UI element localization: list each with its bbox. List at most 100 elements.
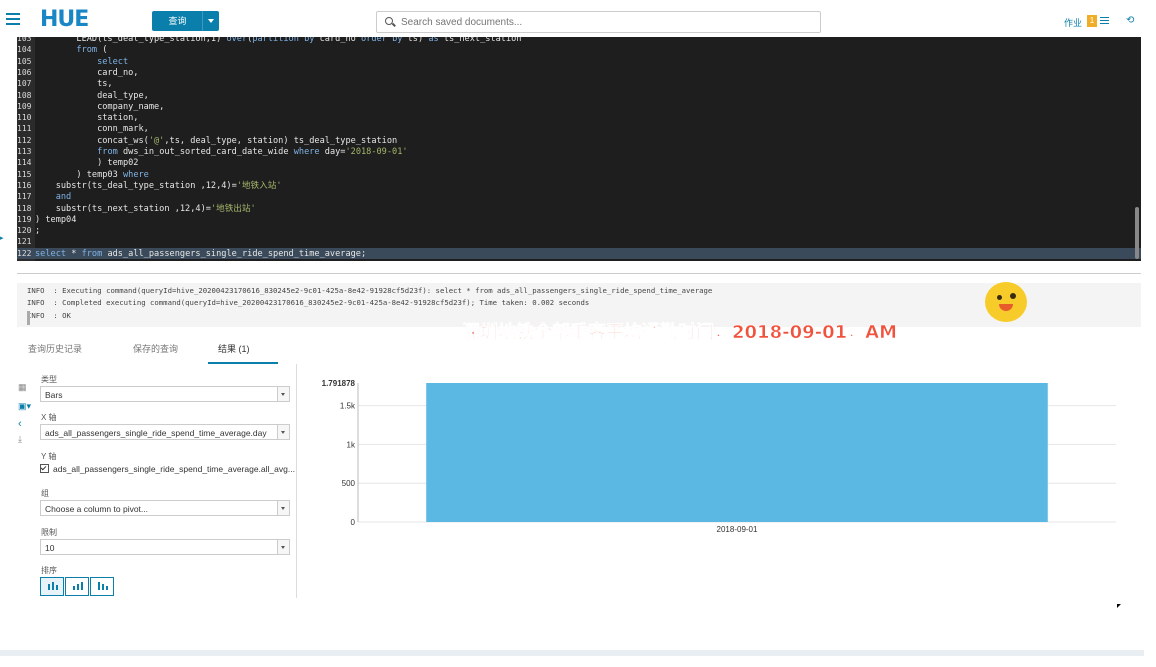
log-scrollbar[interactable]	[27, 311, 30, 325]
query-button[interactable]: 查询	[152, 11, 219, 31]
line-number: 109	[17, 101, 32, 111]
code-line: 104 from (	[17, 44, 1141, 55]
code-line: 116 substr(ts_deal_type_station ,12,4)='…	[17, 180, 1141, 191]
tab-saved-queries[interactable]: 保存的查询	[133, 342, 178, 355]
grid-view-icon[interactable]: ▦	[18, 382, 27, 393]
emoji-sticker	[985, 282, 1027, 322]
code-text: ts,	[35, 79, 113, 90]
code-line: 113 from dws_in_out_sorted_card_date_wid…	[17, 146, 1141, 157]
y-axis-label: Y 轴	[41, 452, 57, 461]
y-tick-label: 0	[351, 518, 356, 527]
code-line: 120;	[17, 225, 1141, 236]
group-label: 组	[41, 489, 49, 498]
line-number: 103	[17, 37, 32, 43]
code-text: select	[97, 56, 129, 67]
tab-query-history[interactable]: 查询历史记录	[28, 342, 82, 355]
chevron-down-icon	[277, 540, 289, 554]
code-line: 106 card_no,	[17, 67, 1141, 78]
search-icon	[385, 17, 393, 25]
type-label: 类型	[41, 375, 57, 384]
jobs-count-badge[interactable]: 1	[1087, 15, 1097, 27]
code-line: 110 station,	[17, 112, 1141, 123]
code-line: 114 ) temp02	[17, 157, 1141, 168]
code-text: deal_type,	[35, 90, 149, 101]
chart-view-icon[interactable]: ▣▾	[18, 401, 31, 412]
chevron-down-icon	[277, 425, 289, 439]
hue-logo[interactable]: HUE	[40, 9, 89, 31]
collapse-icon[interactable]: ‹	[18, 418, 22, 430]
history-icon[interactable]: ⟲	[1126, 15, 1134, 26]
line-number: 116	[17, 180, 32, 190]
limit-label: 限制	[41, 528, 57, 537]
group-select[interactable]: Choose a column to pivot...	[40, 500, 290, 516]
line-number: 119	[17, 214, 32, 224]
limit-select[interactable]: 10	[40, 539, 290, 555]
code-text: select * from ads_all_passengers_single_…	[35, 248, 367, 259]
group-value: Choose a column to pivot...	[45, 504, 149, 514]
code-text: ;	[35, 226, 41, 237]
sort-ascending-button[interactable]	[65, 577, 89, 596]
menu-icon[interactable]	[6, 13, 20, 25]
x-axis-value: ads_all_passengers_single_ride_spend_tim…	[45, 428, 267, 438]
log-line: INFO : Completed executing command(query…	[27, 298, 590, 307]
chevron-down-icon[interactable]	[202, 11, 219, 31]
bar-chart: 0 500 1k 1.5k 1.791878 2018-09-01	[322, 379, 1116, 534]
line-number: 112	[17, 135, 32, 145]
sort-none-button[interactable]	[40, 577, 64, 596]
editor-scrollbar[interactable]	[1135, 207, 1139, 259]
line-number: 104	[17, 45, 32, 55]
y-tick-label: 500	[342, 479, 356, 488]
code-line: 117 and	[17, 191, 1141, 202]
query-button-label: 查询	[168, 16, 187, 26]
code-text: company_name,	[35, 101, 165, 112]
line-number: 106	[17, 67, 32, 77]
x-axis-label: X 轴	[41, 413, 57, 422]
chart-type-select[interactable]: Bars	[40, 386, 290, 402]
checkbox-checked-icon[interactable]	[40, 464, 49, 473]
bottom-bar	[0, 650, 1144, 656]
y-axis-value: ads_all_passengers_single_ride_spend_tim…	[53, 464, 295, 474]
gutter-arrow-icon[interactable]: ▸	[0, 234, 4, 242]
code-line: 105 select	[17, 56, 1141, 67]
code-line: 109 company_name,	[17, 101, 1141, 112]
limit-value: 10	[45, 543, 55, 553]
top-bar: HUE 查询 作业 1 ⟲	[0, 0, 1156, 37]
code-text: conn_mark,	[35, 124, 149, 135]
tab-results[interactable]: 结果 (1)	[218, 342, 250, 355]
jobs-link[interactable]: 作业	[1064, 16, 1082, 29]
code-text: concat_ws('@',ts, deal_type, station) ts…	[35, 135, 398, 146]
code-line: 107 ts,	[17, 78, 1141, 89]
code-text: substr(ts_next_station ,12,4)='地铁出站'	[35, 203, 256, 214]
code-text: and	[55, 192, 72, 203]
code-text: card_no,	[35, 67, 139, 78]
chevron-down-icon	[277, 387, 289, 401]
download-icon[interactable]: ⤓	[18, 434, 22, 445]
line-number: 122	[17, 248, 32, 258]
code-line: 122 select * from ads_all_passengers_sing…	[17, 247, 1141, 259]
search-input[interactable]	[399, 14, 813, 30]
y-max-label: 1.791878	[322, 379, 356, 388]
x-axis-select[interactable]: ads_all_passengers_single_ride_spend_tim…	[40, 424, 290, 440]
divider	[17, 273, 1141, 274]
code-line: 119) temp04	[17, 214, 1141, 225]
y-tick-label: 1k	[347, 440, 356, 449]
search-box[interactable]	[376, 11, 821, 33]
code-text: ) temp03 where	[35, 169, 149, 180]
code-text: station,	[35, 113, 139, 124]
line-number: 118	[17, 203, 32, 213]
sql-editor[interactable]: 103 LEAD(ts_deal_type_station,1) over(pa…	[17, 37, 1141, 261]
code-line: 121	[17, 236, 1141, 247]
line-number: 111	[17, 124, 32, 134]
code-text: LEAD(ts_deal_type_station,1) over(partit…	[35, 37, 522, 44]
overlay-caption: 深圳地铁全部乘客平均通勤时间，2018-09-01，AM	[462, 322, 898, 344]
sort-descending-button[interactable]	[90, 577, 114, 596]
line-number: 121	[17, 237, 32, 247]
line-number: 108	[17, 90, 32, 100]
code-line: 108 deal_type,	[17, 90, 1141, 101]
y-axis-checkbox[interactable]: ads_all_passengers_single_ride_spend_tim…	[40, 464, 295, 474]
code-text: ) temp02	[35, 158, 139, 169]
y-tick-label: 1.5k	[340, 402, 356, 411]
list-icon[interactable]	[1100, 17, 1109, 26]
active-tab-indicator	[208, 362, 278, 364]
code-line: 103 LEAD(ts_deal_type_station,1) over(pa…	[17, 37, 1141, 44]
